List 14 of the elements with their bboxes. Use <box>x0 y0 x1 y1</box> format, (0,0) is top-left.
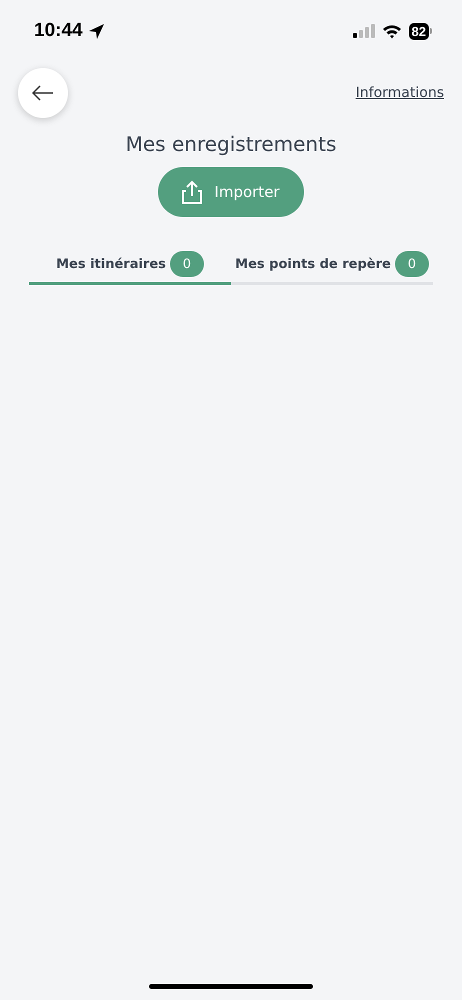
location-arrow-icon <box>88 22 105 40</box>
count-badge: 0 <box>394 251 429 277</box>
back-arrow-icon <box>32 85 54 101</box>
signal-icon <box>352 24 375 38</box>
back-button[interactable] <box>18 68 68 118</box>
information-link[interactable]: Informations <box>356 85 444 101</box>
wifi-icon <box>382 24 402 38</box>
tab[interactable]: Mes points de repère 0 <box>231 246 433 285</box>
upload-icon <box>182 180 202 204</box>
tab[interactable]: Mes itinéraires 0 <box>29 246 231 285</box>
clock-time: 10:44 <box>34 20 83 42</box>
battery-level: 82 <box>408 22 429 40</box>
count-badge: 0 <box>170 251 204 277</box>
page-title: Mes enregistrements <box>124 132 338 156</box>
